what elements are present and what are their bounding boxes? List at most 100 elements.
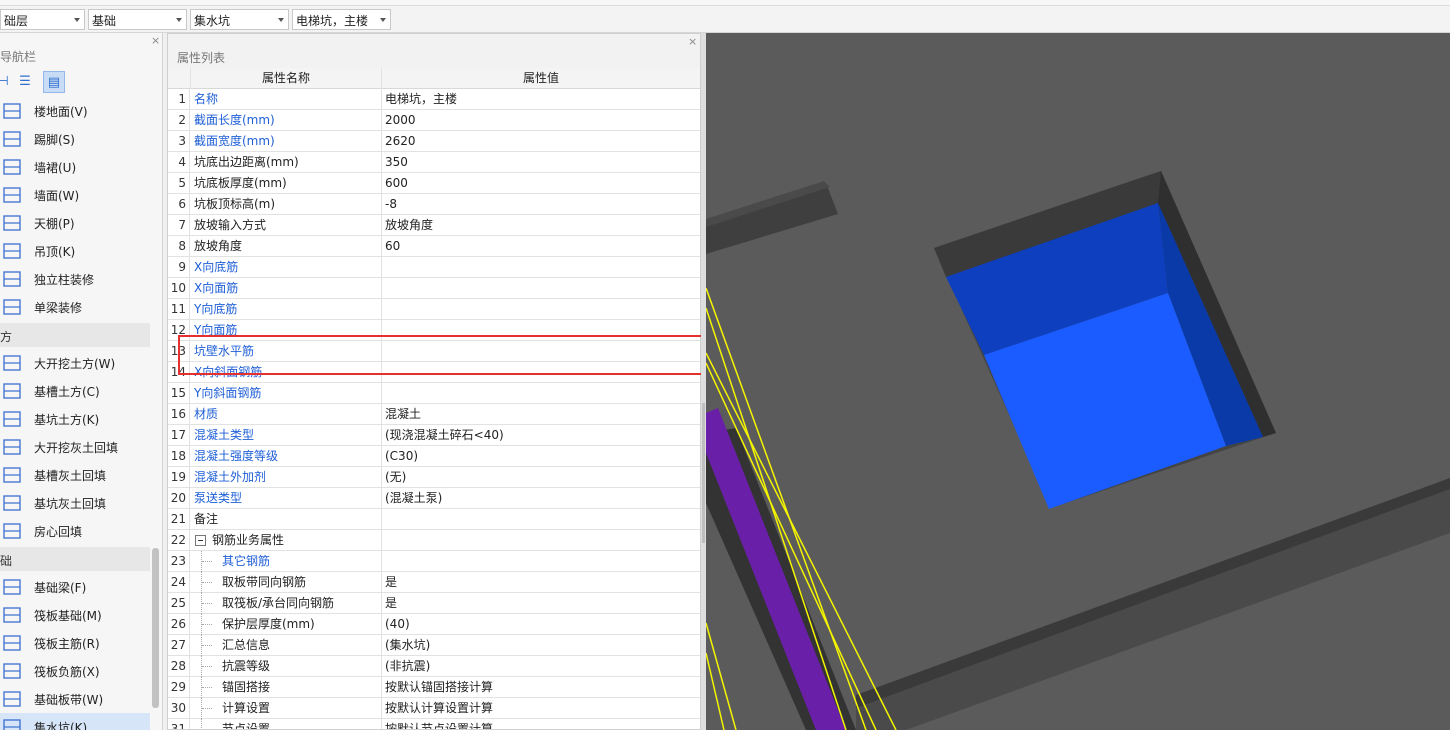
nav-item[interactable]: 墙裙(U) — [0, 153, 150, 181]
nav-item[interactable]: 房心回填 — [0, 517, 150, 545]
list-view-icon[interactable]: ☰ — [14, 71, 36, 93]
nav-group-header[interactable]: 方 — [0, 323, 150, 347]
instance-combo[interactable]: 电梯坑，主楼 — [292, 9, 391, 30]
property-value[interactable]: 电梯坑，主楼 — [381, 89, 699, 110]
3d-scene[interactable] — [706, 33, 1450, 730]
property-row[interactable]: 23 其它钢筋 — [168, 551, 700, 572]
property-name-text: 汇总信息 — [222, 638, 271, 652]
property-value[interactable]: 60 — [381, 236, 699, 257]
nav-scrollbar[interactable] — [152, 548, 159, 708]
property-row[interactable]: 8 放坡角度 60 — [168, 236, 700, 257]
property-row[interactable]: 5 坑底板厚度(mm) 600 — [168, 173, 700, 194]
property-row[interactable]: 7 放坡输入方式 放坡角度 — [168, 215, 700, 236]
type-combo[interactable]: 基础 — [88, 9, 187, 30]
property-row[interactable]: 24 取板带同向钢筋 是 — [168, 572, 700, 593]
nav-item[interactable]: 大开挖灰土回填 — [0, 433, 150, 461]
nav-item[interactable]: 基槽土方(C) — [0, 377, 150, 405]
nav-item[interactable]: 踢脚(S) — [0, 125, 150, 153]
close-icon[interactable]: × — [688, 35, 697, 48]
property-row[interactable]: 25 取筏板/承台同向钢筋 是 — [168, 593, 700, 614]
property-row[interactable]: 17 混凝土类型 (现浇混凝土碎石<40) — [168, 425, 700, 446]
nav-item[interactable]: 基础板带(W) — [0, 685, 150, 713]
row-number: 31 — [168, 719, 190, 729]
sump-icon — [2, 717, 22, 730]
splitter-grip[interactable] — [702, 403, 705, 543]
nav-item-label: 墙面(W) — [34, 189, 80, 203]
tree-view-icon[interactable]: ⊣ — [0, 71, 14, 93]
close-icon[interactable]: × — [151, 34, 160, 47]
property-value[interactable]: (集水坑) — [381, 635, 699, 656]
property-name-text: 名称 — [194, 92, 219, 106]
property-row[interactable]: 19 混凝土外加剂 (无) — [168, 467, 700, 488]
nav-item[interactable]: 基础梁(F) — [0, 573, 150, 601]
property-value[interactable]: 放坡角度 — [381, 215, 699, 236]
property-name: 混凝土类型 — [194, 425, 380, 446]
nav-item[interactable]: 独立柱装修 — [0, 265, 150, 293]
property-value[interactable]: 按默认节点设置计算 — [381, 719, 699, 729]
property-value[interactable]: 按默认锚固搭接计算 — [381, 677, 699, 698]
nav-item[interactable]: 单梁装修 — [0, 293, 150, 321]
property-row[interactable]: 3 截面宽度(mm) 2620 — [168, 131, 700, 152]
property-value[interactable]: 混凝土 — [381, 404, 699, 425]
nav-item[interactable]: 筏板主筋(R) — [0, 629, 150, 657]
nav-item[interactable]: 筏板负筋(X) — [0, 657, 150, 685]
property-value[interactable]: 是 — [381, 593, 699, 614]
nav-item[interactable]: 墙面(W) — [0, 181, 150, 209]
property-row[interactable]: 28 抗震等级 (非抗震) — [168, 656, 700, 677]
property-value[interactable]: (无) — [381, 467, 699, 488]
property-value[interactable] — [381, 383, 699, 404]
property-row[interactable]: 29 锚固搭接 按默认锚固搭接计算 — [168, 677, 700, 698]
nav-group-header[interactable]: 础 — [0, 547, 150, 571]
property-row[interactable]: 31 节点设置 按默认节点设置计算 — [168, 719, 700, 729]
nav-item[interactable]: 基坑土方(K) — [0, 405, 150, 433]
detail-view-icon[interactable]: ▤ — [43, 71, 65, 93]
nav-item[interactable]: 集水坑(K) — [0, 713, 150, 730]
nav-item[interactable]: 大开挖土方(W) — [0, 349, 150, 377]
property-row[interactable]: 18 混凝土强度等级 (C30) — [168, 446, 700, 467]
collapse-icon[interactable] — [195, 535, 206, 546]
property-value[interactable]: (现浇混凝土碎石<40) — [381, 425, 699, 446]
property-row[interactable]: 22 钢筋业务属性 — [168, 530, 700, 551]
property-row[interactable]: 21 备注 — [168, 509, 700, 530]
property-value[interactable]: (混凝土泵) — [381, 488, 699, 509]
property-value[interactable] — [381, 299, 699, 320]
property-value[interactable]: 600 — [381, 173, 699, 194]
3d-viewport[interactable] — [706, 33, 1450, 730]
property-value[interactable]: (C30) — [381, 446, 699, 467]
property-value[interactable]: -8 — [381, 194, 699, 215]
component-combo[interactable]: 集水坑 — [190, 9, 289, 30]
nav-item[interactable]: 筏板基础(M) — [0, 601, 150, 629]
property-value[interactable]: (非抗震) — [381, 656, 699, 677]
property-row[interactable]: 20 泵送类型 (混凝土泵) — [168, 488, 700, 509]
property-row[interactable]: 26 保护层厚度(mm) (40) — [168, 614, 700, 635]
property-value[interactable] — [381, 257, 699, 278]
property-value[interactable]: 2620 — [381, 131, 699, 152]
property-value[interactable]: 按默认计算设置计算 — [381, 698, 699, 719]
property-row[interactable]: 9 X向底筋 — [168, 257, 700, 278]
property-value[interactable] — [381, 551, 699, 572]
property-value[interactable]: 2000 — [381, 110, 699, 131]
nav-item[interactable]: 基槽灰土回填 — [0, 461, 150, 489]
nav-item[interactable]: 吊顶(K) — [0, 237, 150, 265]
property-row[interactable]: 2 截面长度(mm) 2000 — [168, 110, 700, 131]
floor-combo[interactable]: 础层 — [0, 9, 85, 30]
property-row[interactable]: 10 X向面筋 — [168, 278, 700, 299]
property-row[interactable]: 30 计算设置 按默认计算设置计算 — [168, 698, 700, 719]
property-row[interactable]: 11 Y向底筋 — [168, 299, 700, 320]
property-row[interactable]: 4 坑底出边距离(mm) 350 — [168, 152, 700, 173]
property-value[interactable] — [381, 278, 699, 299]
property-row[interactable]: 15 Y向斜面钢筋 — [168, 383, 700, 404]
property-row[interactable]: 1 名称 电梯坑，主楼 — [168, 89, 700, 110]
nav-item-label: 基槽土方(C) — [34, 385, 100, 399]
nav-item[interactable]: 天棚(P) — [0, 209, 150, 237]
nav-item[interactable]: 楼地面(V) — [0, 97, 150, 125]
property-row[interactable]: 6 坑板顶标高(m) -8 — [168, 194, 700, 215]
property-value[interactable]: (40) — [381, 614, 699, 635]
property-row[interactable]: 16 材质 混凝土 — [168, 404, 700, 425]
property-value[interactable] — [381, 530, 699, 551]
property-row[interactable]: 27 汇总信息 (集水坑) — [168, 635, 700, 656]
property-value[interactable]: 350 — [381, 152, 699, 173]
property-value[interactable]: 是 — [381, 572, 699, 593]
nav-item[interactable]: 基坑灰土回填 — [0, 489, 150, 517]
property-value[interactable] — [381, 509, 699, 530]
